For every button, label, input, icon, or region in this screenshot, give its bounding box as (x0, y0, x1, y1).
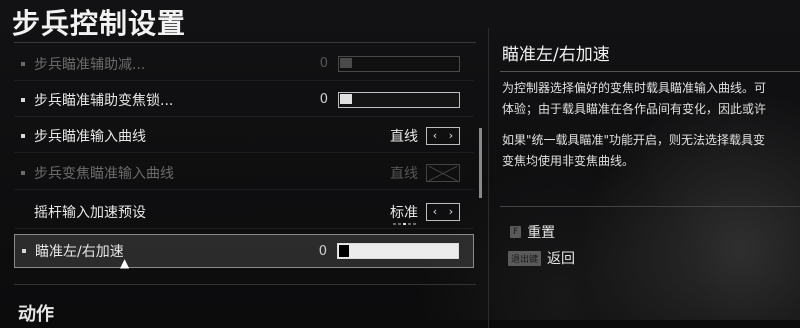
setting-value: 0 (318, 243, 327, 259)
detail-title: 瞄准左/右加速 (502, 45, 610, 65)
slider-track[interactable] (337, 243, 459, 259)
desc-line: 如果"统一载具瞄准"功能开启，则无法选择载具变 (502, 133, 766, 147)
back-label: 返回 (547, 251, 576, 267)
page-dot (413, 223, 416, 225)
setting-label: 步兵瞄准辅助减... (34, 56, 146, 73)
setting-row-aim-assist-zoom-lock[interactable]: 步兵瞄准辅助变焦锁... 0 (14, 83, 474, 117)
setting-label: 瞄准左/右加速 (35, 244, 124, 260)
preset-page-indicator (393, 223, 416, 225)
option-selector[interactable]: ‹ › (426, 202, 460, 221)
reset-button[interactable]: F 重置 (510, 222, 555, 242)
bullet-icon (21, 61, 25, 66)
setting-row-aim-input-curve[interactable]: 步兵瞄准输入曲线 直线 ‹ › (14, 119, 474, 153)
slider-knob[interactable] (339, 245, 349, 257)
slider-track[interactable] (338, 55, 460, 72)
reset-label: 重置 (527, 225, 556, 241)
mouse-cursor-icon: ▲ (120, 256, 130, 270)
bullet-icon (21, 97, 25, 102)
divider (14, 284, 476, 285)
bullet-icon (21, 210, 25, 214)
slider-knob[interactable] (340, 57, 352, 68)
setting-row-stick-acceleration-preset[interactable]: 摇杆输入加速预设 标准 ‹ › (14, 195, 474, 229)
option-selector[interactable]: ‹ › (426, 126, 460, 145)
key-escape-icon: 退出键 (508, 250, 542, 266)
page-title: 步兵控制设置 (12, 7, 187, 40)
setting-label: 步兵变焦瞄准输入曲线 (34, 165, 174, 182)
setting-row-aim-assist-slowdown[interactable]: 步兵瞄准辅助减... 0 (14, 47, 474, 81)
detail-description: 为控制器选择偏好的变焦时载具瞄准输入曲线。可 体验；由于载具瞄准在各作品间有变化… (502, 78, 800, 182)
setting-row-aim-lr-acceleration[interactable]: 瞄准左/右加速 0 (14, 234, 474, 268)
setting-value: 直线 (390, 128, 418, 145)
page-dot (398, 223, 401, 225)
setting-value: 0 (319, 56, 328, 71)
divider (500, 206, 800, 207)
slider-knob[interactable] (340, 93, 352, 104)
bullet-icon (22, 249, 26, 253)
chevron-right-icon[interactable]: › (449, 205, 453, 218)
setting-label: 摇杆输入加速预设 (34, 204, 146, 221)
bullet-icon (21, 170, 25, 175)
desc-line: 体验；由于载具瞄准在各作品间有变化，因此或许 (502, 102, 767, 116)
bullet-icon (21, 133, 25, 138)
detail-panel: 瞄准左/右加速 为控制器选择偏好的变焦时载具瞄准输入曲线。可 体验；由于载具瞄准… (488, 28, 800, 328)
settings-list: 步兵瞄准辅助减... 0 步兵瞄准辅助变焦锁... 0 步兵瞄准输入曲线 直线 … (14, 42, 476, 276)
setting-row-zoom-aim-input-curve[interactable]: 步兵变焦瞄准输入曲线 直线 (14, 156, 474, 190)
section-title: 动作 (18, 304, 54, 325)
divider (500, 71, 800, 72)
desc-line: 变焦均使用非变焦曲线。 (502, 154, 635, 168)
setting-label: 步兵瞄准辅助变焦锁... (34, 92, 174, 109)
divider (488, 28, 489, 328)
disabled-selector-icon (426, 163, 460, 182)
desc-line: 为控制器选择偏好的变焦时载具瞄准输入曲线。可 (502, 81, 767, 95)
chevron-left-icon[interactable]: ‹ (433, 129, 437, 142)
setting-value: 标准 (390, 204, 418, 221)
page-dot (408, 223, 411, 225)
setting-value: 直线 (390, 165, 418, 182)
key-f-icon: F (510, 226, 522, 238)
scrollbar[interactable] (479, 128, 482, 198)
page-dot (393, 223, 396, 225)
chevron-right-icon[interactable]: › (449, 129, 453, 142)
chevron-left-icon[interactable]: ‹ (433, 205, 437, 218)
slider-track[interactable] (338, 91, 460, 108)
setting-label: 步兵瞄准输入曲线 (34, 128, 146, 145)
page-dot (403, 223, 406, 225)
back-button[interactable]: 退出键 返回 (508, 248, 575, 268)
setting-value: 0 (319, 92, 328, 107)
